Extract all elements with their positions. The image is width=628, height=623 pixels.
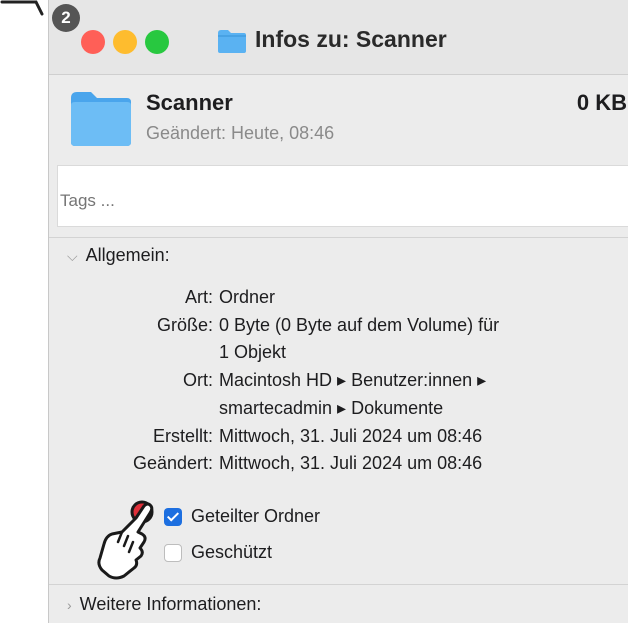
shared-folder-label: Geteilter Ordner: [191, 506, 321, 526]
info-label: Geändert:: [132, 453, 213, 473]
info-label: Erstellt:: [152, 426, 213, 446]
info-value: Macintosh HD ▸ Benutzer:innen ▸: [219, 370, 487, 390]
info-value: Ordner: [219, 287, 276, 307]
tags-input[interactable]: [57, 165, 628, 227]
window-title: Infos zu: Scanner: [255, 26, 447, 52]
modified-date: Geändert: Heute, 08:46: [146, 123, 335, 143]
info-value: smartecadmin ▸ Dokumente: [219, 398, 444, 418]
titlebar: Infos zu: Scanner: [49, 0, 628, 75]
step-badge: 2: [52, 4, 80, 32]
chevron-down-icon: ⌵: [67, 248, 78, 264]
general-section-header[interactable]: ⌵ Allgemein:: [67, 245, 170, 266]
info-label: Ort:: [183, 370, 213, 390]
general-heading: Allgemein:: [85, 245, 170, 265]
corner-mark-icon: [0, 0, 44, 16]
folder-icon: [218, 30, 246, 53]
info-label: Art:: [184, 287, 213, 307]
more-info-heading: Weitere Informationen:: [79, 594, 262, 614]
pointing-hand-icon: [97, 500, 154, 580]
info-value: Mittwoch, 31. Juli 2024 um 08:46: [219, 453, 483, 473]
large-folder-icon: [71, 92, 131, 146]
file-header: Scanner 0 KB Geändert: Heute, 08:46: [49, 75, 628, 165]
more-info-section-header[interactable]: › Weitere Informationen:: [67, 594, 261, 615]
close-window-button[interactable]: [81, 30, 105, 54]
file-name: Scanner: [146, 90, 233, 115]
file-size: 0 KB: [576, 90, 627, 115]
divider: [49, 237, 628, 238]
minimize-window-button[interactable]: [113, 30, 137, 54]
chevron-right-icon: ›: [67, 597, 72, 613]
info-label: Größe:: [156, 315, 213, 335]
checkbox-checked[interactable]: [164, 508, 182, 526]
checkbox-unchecked[interactable]: [164, 544, 182, 562]
locked-label: Geschützt: [191, 542, 273, 562]
info-value: Mittwoch, 31. Juli 2024 um 08:46: [219, 426, 483, 446]
info-value: 0 Byte (0 Byte auf dem Volume) für: [219, 315, 500, 335]
info-value: 1 Objekt: [219, 342, 287, 362]
zoom-window-button[interactable]: [145, 30, 169, 54]
